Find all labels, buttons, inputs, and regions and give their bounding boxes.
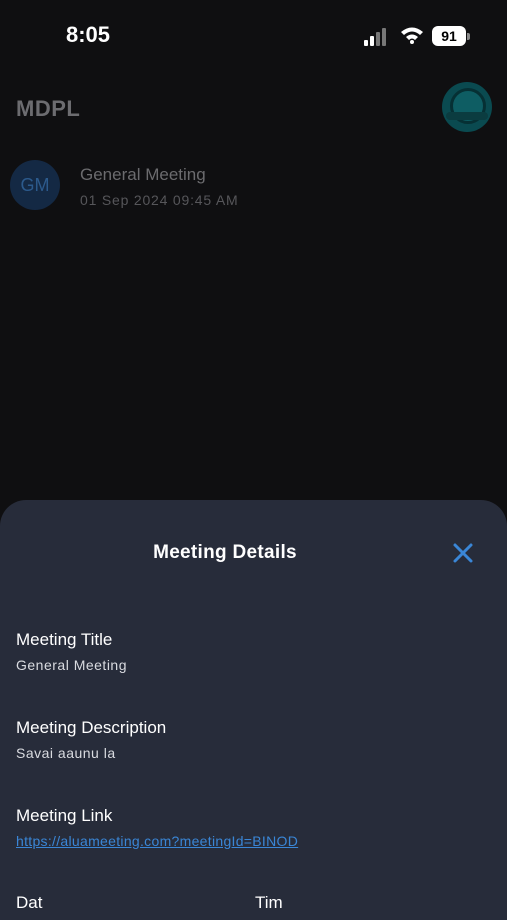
meeting-link[interactable]: https://aluameeting.com?meetingId=BINOD	[16, 833, 298, 849]
cellular-signal-icon	[364, 28, 390, 46]
battery-icon: 91	[432, 26, 466, 46]
wifi-icon	[401, 27, 423, 44]
meeting-description-value: Savai aaunu la	[16, 745, 116, 761]
sheet-title: Meeting Details	[153, 542, 297, 563]
meeting-details-sheet: Meeting Details Meeting Title General Me…	[0, 500, 507, 920]
status-bar: 8:05 91	[0, 0, 507, 72]
meeting-description-label: Meeting Description	[16, 718, 167, 737]
date-label: Dat	[16, 893, 43, 912]
meeting-list-item[interactable]: GM General Meeting 01 Sep 2024 09:45 AM	[10, 158, 490, 214]
meeting-avatar: GM	[10, 160, 60, 210]
meeting-title-label: Meeting Title	[16, 630, 113, 649]
time-label: Tim	[255, 893, 283, 912]
app-title: MDPL	[16, 96, 81, 121]
meeting-title: General Meeting	[80, 165, 206, 184]
close-icon[interactable]	[448, 538, 478, 568]
meeting-title-value: General Meeting	[16, 657, 128, 673]
profile-wave	[446, 112, 488, 120]
battery-tip	[467, 33, 470, 40]
meeting-datetime: 01 Sep 2024 09:45 AM	[80, 192, 239, 208]
status-time: 8:05	[66, 22, 111, 47]
profile-avatar-button[interactable]	[442, 82, 492, 132]
meeting-link-label: Meeting Link	[16, 806, 113, 825]
